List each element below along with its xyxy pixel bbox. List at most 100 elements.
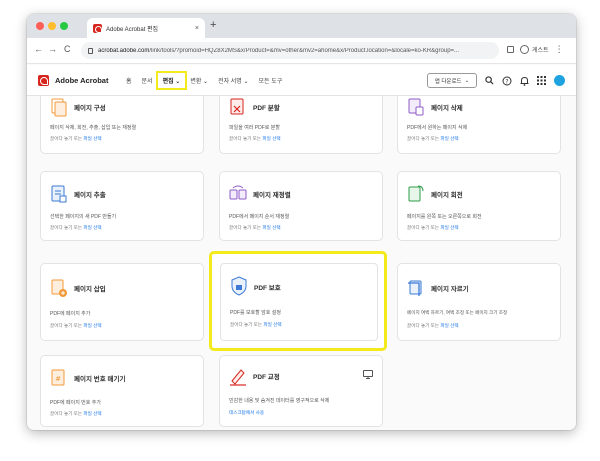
apps-grid-icon[interactable] (537, 76, 546, 85)
number-pages-icon: # (51, 369, 65, 386)
card-insert-pages[interactable]: 페이지 삽입 PDF에 페이지 추가 끌어다 놓기 또는 파일 선택 (40, 263, 204, 341)
nav-edit[interactable]: 편집 ⌄ (155, 71, 188, 90)
card-extract-pages[interactable]: 페이지 추출 선택한 페이지의 새 PDF 만들기 끌어다 놓기 또는 파일 선… (40, 171, 204, 241)
card-number-pages[interactable]: # 페이지 번호 매기기 PDF에 페이지 번호 추가 끌어다 놓기 또는 파일… (40, 355, 204, 427)
avatar[interactable] (554, 75, 565, 86)
card-title: 페이지 회전 (431, 192, 463, 199)
profile-icon (520, 45, 529, 54)
tab-adobe-acrobat[interactable]: Adobe Acrobat 편집 × (87, 18, 205, 38)
close-window-button[interactable] (36, 22, 44, 30)
tools-grid: 페이지 구성 페이지 삭제, 회전, 추출, 삽입 또는 재정렬 끌어다 놓기 … (27, 96, 576, 430)
card-title: 페이지 자르기 (431, 286, 469, 293)
select-file-link[interactable]: 파일 선택 (440, 323, 458, 328)
select-file-link[interactable]: 파일 선택 (262, 136, 280, 141)
card-title: 페이지 삽입 (74, 286, 106, 293)
card-title: 페이지 삭제 (431, 105, 463, 112)
new-tab-button[interactable]: + (210, 19, 216, 31)
profile-label: 게스트 (532, 48, 549, 54)
protect-pdf-inner: PDF 보호 PDF를 보호할 암호 설정 끌어다 놓기 또는 파일 선택 (220, 263, 378, 341)
card-title: 페이지 재정렬 (253, 192, 291, 199)
card-protect-pdf[interactable]: PDF 보호 PDF를 보호할 암호 설정 끌어다 놓기 또는 파일 선택 (209, 251, 387, 351)
card-desc: 민감한 내용 및 숨겨진 데이터를 영구적으로 삭제 (229, 398, 330, 404)
extract-pages-icon (51, 185, 67, 203)
svg-text:#: # (55, 375, 61, 383)
crop-pages-icon (408, 280, 422, 296)
tab-strip: Adobe Acrobat 편집 × + (27, 14, 576, 38)
browser-window: Adobe Acrobat 편집 × + ← → C acrobat.adobe… (27, 14, 576, 430)
card-desc: 페이지 삭제, 회전, 추출, 삽입 또는 재정렬 (50, 125, 137, 131)
card-action: 끌어다 놓기 또는 파일 선택 (230, 322, 282, 327)
main-nav: 홈 문서 편집 ⌄ 변환 ⌄ 전자 서명 ⌄ 모든 도구 (121, 71, 288, 90)
rotate-pages-icon (408, 185, 424, 202)
brand-name[interactable]: Adobe Acrobat (55, 76, 108, 85)
nav-e-sign[interactable]: 전자 서명 ⌄ (213, 73, 253, 88)
use-desktop-link[interactable]: 데스크탑에서 사용 (229, 410, 264, 415)
forward-button[interactable]: → (48, 44, 57, 54)
select-file-link[interactable]: 파일 선택 (83, 225, 101, 230)
address-bar: ← → C acrobat.adobe.com/link/tools/?prom… (27, 38, 576, 64)
select-file-link[interactable]: 파일 선택 (440, 225, 458, 230)
card-desc: PDF에 페이지 추가 (50, 311, 91, 317)
nav-documents[interactable]: 문서 (137, 73, 158, 88)
acrobat-favicon-icon (93, 23, 102, 33)
app-download-button[interactable]: 앱 다운로드 ⌄ (427, 73, 477, 88)
reload-button[interactable]: C (64, 44, 71, 54)
header-icons: ? (485, 75, 565, 86)
tab-close-icon[interactable]: × (195, 25, 199, 32)
card-redact-pdf[interactable]: PDF 교정 민감한 내용 및 숨겨진 데이터를 영구적으로 삭제 데스크탑에서… (219, 355, 383, 427)
card-desc: 파일을 여러 PDF로 분할 (229, 125, 280, 131)
card-delete-pages[interactable]: 페이지 삭제 PDF에서 원하는 페이지 삭제 끌어다 놓기 또는 파일 선택 (397, 96, 561, 154)
select-file-link[interactable]: 파일 선택 (262, 225, 280, 230)
url-input[interactable]: acrobat.adobe.com/link/tools/?promoid=HQ… (81, 42, 499, 59)
select-file-link[interactable]: 파일 선택 (83, 411, 101, 416)
card-action: 끌어다 놓기 또는 파일 선택 (50, 136, 102, 141)
zoom-window-button[interactable] (60, 22, 68, 30)
card-rotate-pages[interactable]: 페이지 회전 페이지를 왼쪽 또는 오른쪽으로 회전 끌어다 놓기 또는 파일 … (397, 171, 561, 241)
select-file-link[interactable]: 파일 선택 (263, 322, 281, 327)
acrobat-logo-icon[interactable] (38, 75, 49, 86)
delete-pages-icon (408, 98, 424, 116)
card-action: 끌어다 놓기 또는 파일 선택 (229, 225, 281, 230)
card-desc: 페이지 여백 자르기, 여백 조정 또는 페이지 크기 조정 (407, 310, 508, 315)
app-header: Adobe Acrobat 홈 문서 편집 ⌄ 변환 ⌄ 전자 서명 ⌄ 모든 … (27, 65, 576, 96)
card-split-pdf[interactable]: PDF 분할 파일을 여러 PDF로 분할 끌어다 놓기 또는 파일 선택 (219, 96, 383, 154)
select-file-link[interactable]: 파일 선택 (83, 136, 101, 141)
bell-icon[interactable] (520, 76, 529, 86)
select-file-link[interactable]: 파일 선택 (83, 323, 101, 328)
profile-button[interactable]: 게스트 (520, 45, 549, 54)
card-organize-pages[interactable]: 페이지 구성 페이지 삭제, 회전, 추출, 삽입 또는 재정렬 끌어다 놓기 … (40, 96, 204, 154)
card-desc: PDF에서 페이지 순서 재정렬 (229, 214, 290, 220)
insert-pages-icon (51, 279, 67, 297)
chevron-down-icon: ⌄ (464, 77, 470, 84)
card-reorder-pages[interactable]: 페이지 재정렬 PDF에서 페이지 순서 재정렬 끌어다 놓기 또는 파일 선택 (219, 171, 383, 241)
card-desc: PDF에 페이지 번호 추가 (50, 400, 101, 406)
minimize-window-button[interactable] (48, 22, 56, 30)
card-action: 끌어다 놓기 또는 파일 선택 (407, 136, 459, 141)
url-text: acrobat.adobe.com/link/tools/?promoid=HQ… (98, 47, 460, 54)
organize-pages-icon (51, 98, 67, 117)
card-title: 페이지 구성 (74, 105, 106, 112)
card-action: 데스크탑에서 사용 (229, 410, 264, 416)
card-action: 끌어다 놓기 또는 파일 선택 (50, 225, 102, 230)
nav-convert[interactable]: 변환 ⌄ (185, 73, 213, 88)
select-file-link[interactable]: 파일 선택 (440, 136, 458, 141)
card-title: PDF 교정 (253, 374, 280, 381)
back-button[interactable]: ← (34, 44, 43, 54)
browser-menu-icon[interactable]: ⋮ (555, 44, 564, 55)
card-title: PDF 분할 (253, 105, 280, 112)
nav-all-tools[interactable]: 모든 도구 (254, 73, 288, 88)
card-desc: 페이지를 왼쪽 또는 오른쪽으로 회전 (407, 214, 482, 220)
help-icon[interactable]: ? (502, 76, 512, 86)
card-crop-pages[interactable]: 페이지 자르기 페이지 여백 자르기, 여백 조정 또는 페이지 크기 조정 끌… (397, 263, 561, 341)
card-title: 페이지 번호 매기기 (74, 376, 126, 383)
card-desc: PDF에서 원하는 페이지 삭제 (407, 125, 468, 131)
sidebar-icon[interactable] (507, 46, 514, 53)
split-pdf-icon (230, 98, 244, 115)
search-icon[interactable] (485, 76, 494, 85)
nav-home[interactable]: 홈 (121, 73, 137, 88)
app-download-label: 앱 다운로드 (434, 78, 462, 85)
card-desc: 선택한 페이지의 새 PDF 만들기 (50, 214, 117, 220)
protect-pdf-icon (231, 276, 247, 296)
card-action: 끌어다 놓기 또는 파일 선택 (407, 323, 459, 328)
card-action: 끌어다 놓기 또는 파일 선택 (50, 323, 102, 328)
